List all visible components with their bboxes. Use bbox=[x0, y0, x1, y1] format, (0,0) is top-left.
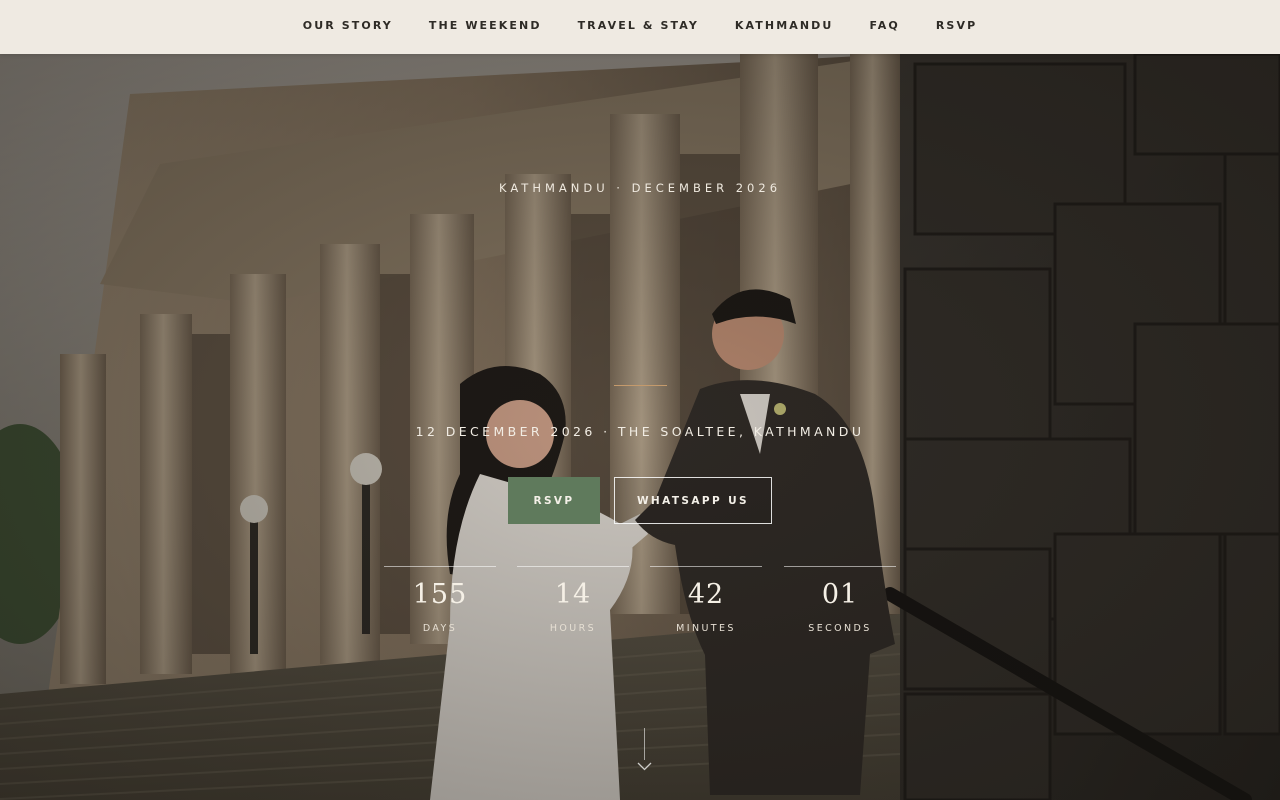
nav-link-rsvp[interactable]: RSVP bbox=[936, 19, 977, 32]
hero-eyebrow: KATHMANDU · DECEMBER 2026 bbox=[498, 181, 782, 195]
rsvp-button[interactable]: RSVP bbox=[508, 477, 600, 524]
nav-link-travel-stay[interactable]: TRAVEL & STAY bbox=[578, 19, 699, 32]
top-navigation: OUR STORY THE WEEKEND TRAVEL & STAY KATH… bbox=[0, 0, 1280, 54]
countdown-days-value: 155 bbox=[412, 579, 468, 610]
nav-link-our-story[interactable]: OUR STORY bbox=[303, 19, 393, 32]
countdown-minutes-label: MINUTES bbox=[676, 623, 736, 634]
countdown-seconds: 01 SECONDS bbox=[784, 566, 896, 634]
scroll-indicator-line bbox=[644, 728, 645, 760]
countdown-minutes-value: 42 bbox=[687, 579, 725, 610]
countdown-seconds-label: SECONDS bbox=[808, 623, 872, 634]
nav-link-kathmandu[interactable]: KATHMANDU bbox=[735, 19, 834, 32]
countdown-hours-label: HOURS bbox=[549, 623, 597, 634]
countdown-seconds-value: 01 bbox=[821, 579, 859, 610]
countdown-minutes: 42 MINUTES bbox=[650, 566, 762, 634]
countdown-hours: 14 HOURS bbox=[517, 566, 629, 634]
gold-divider bbox=[614, 385, 667, 386]
nav-link-the-weekend[interactable]: THE WEEKEND bbox=[429, 19, 542, 32]
countdown-days-label: DAYS bbox=[422, 623, 458, 634]
chevron-down-icon[interactable] bbox=[637, 762, 652, 771]
wedding-details: 12 DECEMBER 2026 · THE SOALTEE, KATHMAND… bbox=[415, 424, 865, 439]
countdown-days: 155 DAYS bbox=[384, 566, 496, 634]
nav-link-faq[interactable]: FAQ bbox=[869, 19, 899, 32]
countdown-hours-value: 14 bbox=[554, 579, 592, 610]
nav-menu: OUR STORY THE WEEKEND TRAVEL & STAY KATH… bbox=[303, 16, 977, 34]
whatsapp-button[interactable]: WHATSAPP US bbox=[614, 477, 772, 524]
